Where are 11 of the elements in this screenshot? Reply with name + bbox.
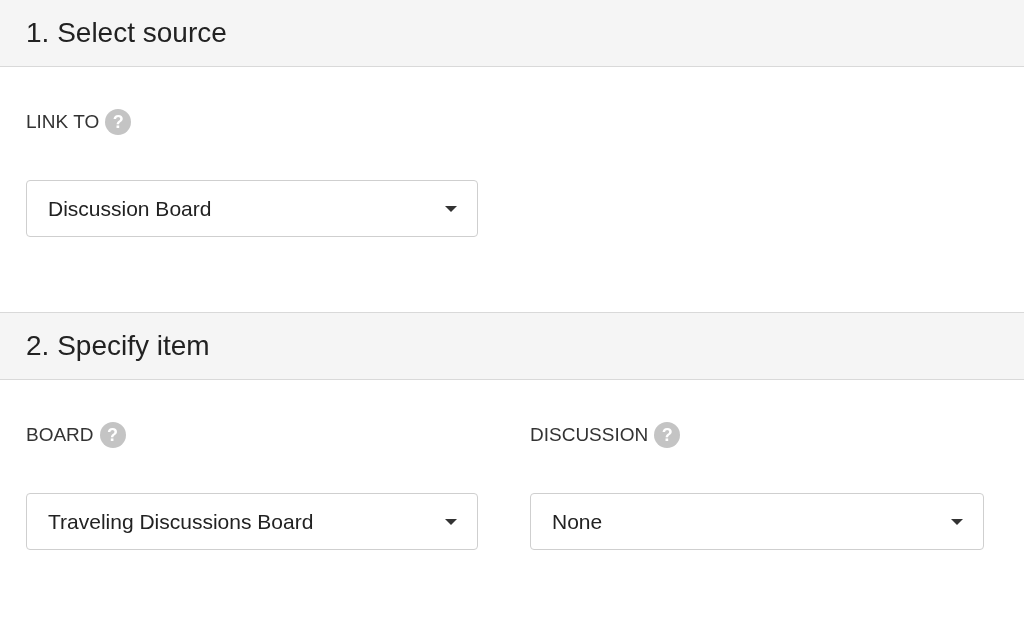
- dropdown[interactable]: Traveling Discussions Board: [26, 493, 478, 550]
- caret-icon: [445, 518, 457, 525]
- field-label: LINK TO: [26, 111, 100, 133]
- field-label: BOARD: [26, 424, 94, 446]
- section-title: 1. Select source: [26, 17, 227, 49]
- field-label: DISCUSSION: [530, 424, 649, 446]
- caret-icon: [951, 518, 963, 525]
- caret-icon: [445, 205, 457, 212]
- section-title: 2. Specify item: [26, 330, 210, 362]
- dropdown[interactable]: Discussion Board: [26, 180, 478, 237]
- dropdown[interactable]: None: [530, 493, 984, 550]
